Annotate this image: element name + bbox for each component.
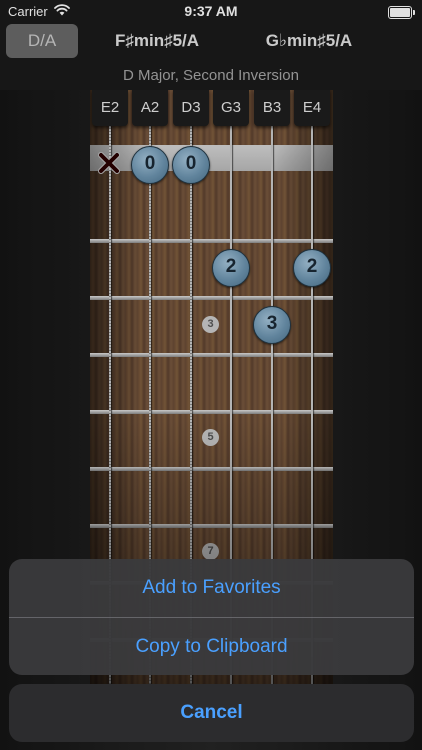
add-to-favorites-button[interactable]: Add to Favorites (9, 559, 414, 617)
cancel-button[interactable]: Cancel (9, 684, 414, 742)
action-sheet: Add to Favorites Copy to Clipboard (9, 559, 414, 675)
copy-to-clipboard-button[interactable]: Copy to Clipboard (9, 618, 414, 675)
